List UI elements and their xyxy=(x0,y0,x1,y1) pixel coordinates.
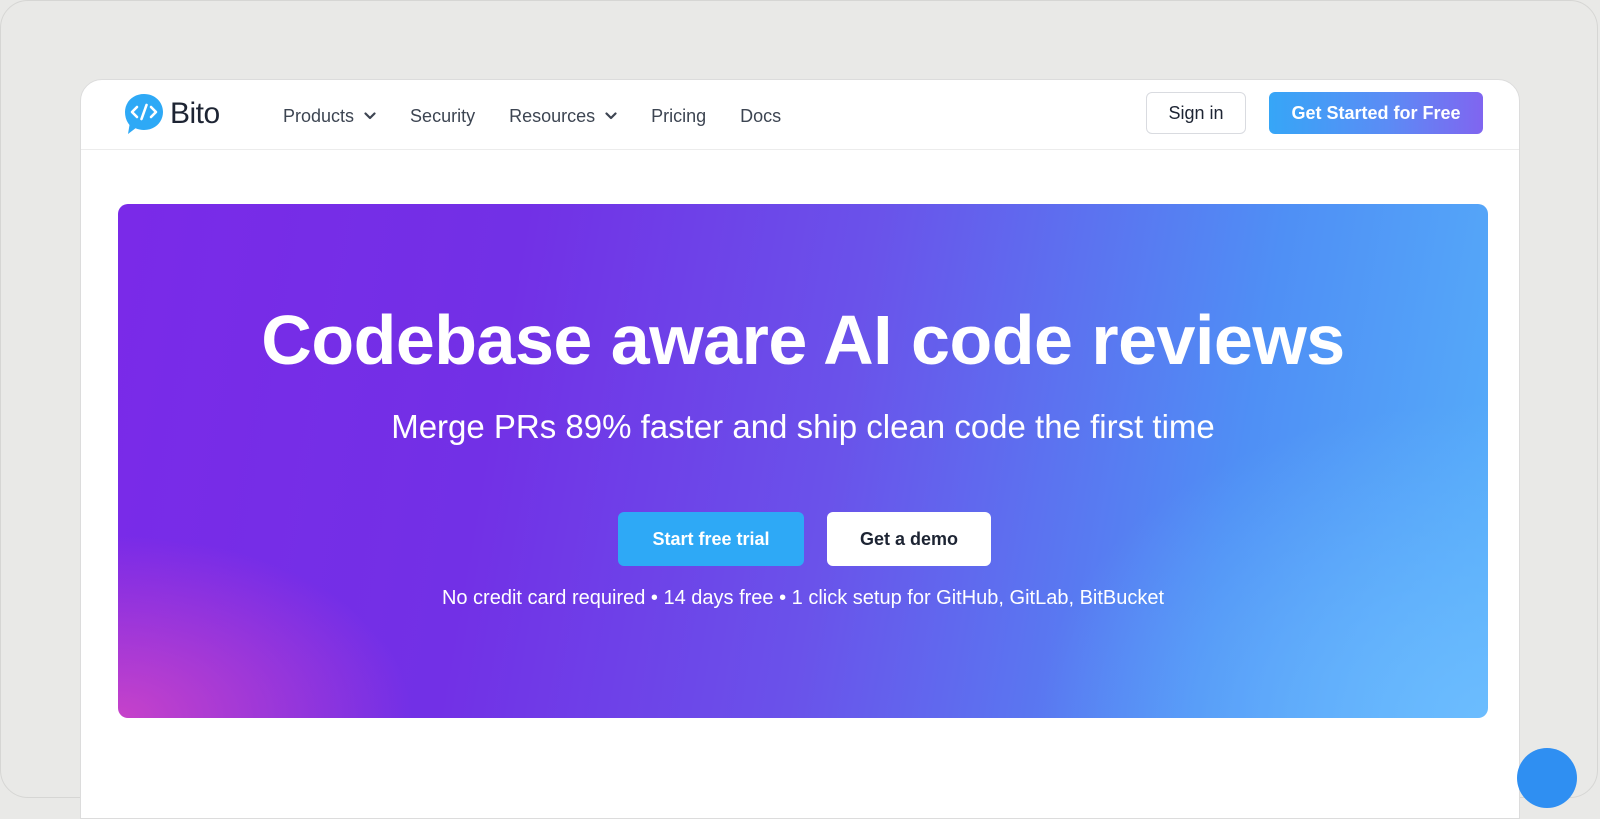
sign-in-button[interactable]: Sign in xyxy=(1146,92,1246,134)
chat-widget-button[interactable] xyxy=(1517,748,1577,808)
browser-window: Bito Products Security Resources Pricing… xyxy=(80,79,1520,819)
code-bubble-icon xyxy=(125,94,163,134)
hero-banner: Codebase aware AI code reviews Merge PRs… xyxy=(118,204,1488,718)
get-demo-button[interactable]: Get a demo xyxy=(827,512,991,566)
nav-item-label: Pricing xyxy=(651,105,707,126)
nav-item-resources[interactable]: Resources xyxy=(509,102,617,130)
brand-name: Bito xyxy=(170,97,220,130)
nav-item-docs[interactable]: Docs xyxy=(740,102,781,130)
hero-title: Codebase aware AI code reviews xyxy=(261,301,1345,379)
nav-item-security[interactable]: Security xyxy=(410,102,475,130)
start-free-trial-button[interactable]: Start free trial xyxy=(618,512,804,566)
nav-item-label: Security xyxy=(410,105,476,126)
nav-item-label: Products xyxy=(283,105,355,126)
nav-item-label: Resources xyxy=(509,105,596,126)
chevron-down-icon xyxy=(364,112,376,120)
hero-subtitle: Merge PRs 89% faster and ship clean code… xyxy=(391,408,1215,445)
get-started-button[interactable]: Get Started for Free xyxy=(1269,92,1483,134)
top-navbar: Bito Products Security Resources Pricing… xyxy=(81,80,1519,150)
main-nav: Products Security Resources Pricing Docs xyxy=(283,102,815,130)
nav-item-pricing[interactable]: Pricing xyxy=(651,102,706,130)
bito-logo[interactable]: Bito xyxy=(123,92,220,136)
nav-item-products[interactable]: Products xyxy=(283,102,376,130)
hero-note: No credit card required • 14 days free •… xyxy=(441,587,1165,609)
nav-item-label: Docs xyxy=(740,105,782,126)
chevron-down-icon xyxy=(605,112,617,120)
